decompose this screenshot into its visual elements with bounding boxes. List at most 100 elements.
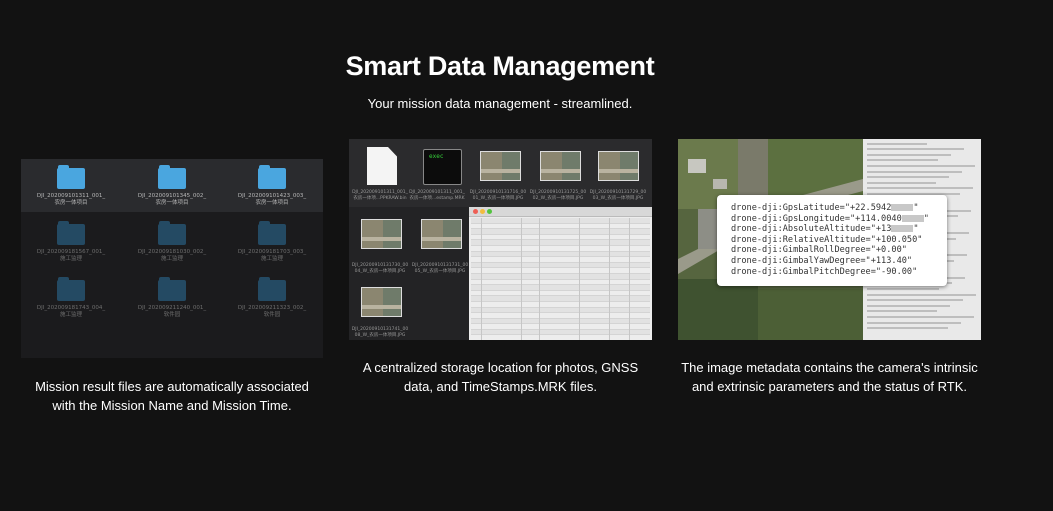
metadata-screenshot: drone-dji:GpsLatitude="+22.5942 " drone-dj… — [678, 139, 981, 340]
metadata-tail: " — [913, 203, 919, 213]
metadata-key: drone-dji:RelativeAltitude= — [731, 234, 871, 245]
file-name-label: DJI_20200910131729_00 03_W_农房一体项目.JPG — [589, 190, 647, 201]
folder-name-line1: DJI_202009101311_001_ — [36, 193, 106, 199]
folder-icon — [57, 277, 85, 301]
folder-name: DJI_202009181567_001_ 施工监理 — [21, 249, 121, 263]
metadata-key: drone-dji:GimbalPitchDegree= — [731, 266, 876, 277]
metadata-text-line — [867, 299, 963, 302]
folder-item[interactable]: DJI_202009181703_003_ 施工监理 — [222, 221, 322, 263]
folder-item[interactable]: DJI_202009181567_001_ 施工监理 — [21, 221, 121, 263]
metadata-text-line — [867, 181, 936, 184]
metadata-text-line — [867, 170, 962, 173]
redaction-bar — [891, 204, 914, 211]
metadata-popup: drone-dji:GpsLatitude="+22.5942 " drone-dj… — [717, 195, 947, 286]
folder-name: DJI_202009101311_001_ 农房一体项目 — [21, 193, 121, 207]
folder-name-line2: 施工监理 — [59, 256, 82, 262]
folder-icon — [158, 277, 186, 301]
exec-label: exec — [429, 153, 444, 160]
folder-name-line2: 农房一体项目 — [54, 200, 88, 206]
metadata-key: drone-dji:GpsLongitude= — [731, 213, 850, 224]
file-name-label: DJI_20200910131725_00 02_W_农房一体项目.JPG — [529, 190, 587, 201]
metadata-text-line — [867, 288, 939, 291]
metadata-value: "+100.050" — [870, 234, 923, 245]
metadata-text-line — [867, 187, 973, 190]
folder-name-line1: DJI_202009181703_003_ — [237, 249, 307, 255]
folder-icon — [258, 165, 286, 189]
file-name-label: DJI_20200910131731_00 05_W_农房一体项目.JPG — [411, 263, 469, 274]
folder-name-line1: DJI_202009181743_004_ — [36, 305, 106, 311]
window-titlebar — [469, 207, 652, 217]
folder-name-line2: 施工监理 — [260, 256, 283, 262]
metadata-lines: drone-dji:GpsLatitude="+22.5942 " drone-dj… — [731, 203, 929, 277]
metadata-line: drone-dji:GpsLongitude="+114.0040 " — [731, 214, 929, 225]
photo-thumbnail[interactable] — [598, 151, 639, 181]
column-divider — [539, 218, 540, 340]
metadata-text-line — [867, 148, 964, 151]
metadata-text-line — [867, 321, 961, 324]
folder-name-line2: 施工监理 — [160, 256, 183, 262]
spreadsheet-columns — [469, 218, 652, 340]
zoom-dot-icon — [487, 209, 492, 214]
folder-name: DJI_202009211323_002_ 软件园 — [222, 305, 322, 319]
folder-item[interactable]: DJI_202009101423_003_ 农房一体项目 — [222, 165, 322, 207]
folder-name-line2: 软件园 — [163, 312, 181, 318]
folder-name-line1: DJI_202009211240_001_ — [137, 305, 207, 311]
column-divider — [629, 218, 630, 340]
folder-item[interactable]: DJI_202009181743_004_ 施工监理 — [21, 277, 121, 319]
metadata-value: "+113.40" — [865, 255, 913, 266]
metadata-line: drone-dji:GimbalRollDegree="+0.00" — [731, 245, 929, 256]
photo-thumbnail[interactable] — [540, 151, 581, 181]
metadata-value: "+0.00" — [870, 245, 907, 256]
folder-name-line1: DJI_202009101423_003_ — [237, 193, 307, 199]
photo-thumbnail[interactable] — [361, 287, 402, 317]
metadata-text-line — [867, 153, 951, 156]
metadata-value: "+13 — [870, 224, 892, 235]
folder-name: DJI_202009181703_003_ 施工监理 — [222, 249, 322, 263]
folder-icon — [258, 277, 286, 301]
redaction-bar — [901, 214, 924, 222]
metadata-key: drone-dji:GimbalYawDegree= — [731, 255, 866, 266]
folder-item[interactable]: DJI_202009101345_002_ 农房一体项目 — [122, 165, 222, 207]
folder-name: DJI_202009211240_001_ 软件园 — [122, 305, 222, 319]
metadata-value: "-90.00" — [875, 266, 918, 277]
metadata-line: drone-dji:GimbalYawDegree="+113.40" — [731, 256, 929, 267]
storage-caption: A centralized storage location for photo… — [362, 360, 639, 394]
folder-name-line1: DJI_202009181567_001_ — [36, 249, 106, 255]
metadata-text-line — [867, 316, 974, 318]
folder-name-line2: 农房一体项目 — [255, 200, 289, 206]
metadata-value: "+114.0040 — [850, 213, 902, 224]
mission-folders-screenshot: DJI_202009101311_001_ 农房一体项目 DJI_202009101… — [21, 159, 323, 358]
photo-thumbnail[interactable] — [421, 219, 462, 249]
folder-name: DJI_202009181030_002_ 施工监理 — [122, 249, 222, 263]
column-divider — [521, 218, 522, 340]
metadata-text-line — [867, 176, 949, 179]
metadata-text-line — [867, 327, 948, 330]
folder-icon — [158, 221, 186, 245]
folder-icon — [258, 221, 286, 245]
photo-thumbnail[interactable] — [480, 151, 521, 181]
folder-name: DJI_202009101423_003_ 农房一体项目 — [222, 193, 322, 207]
folder-icon — [57, 221, 85, 245]
folder-icon — [158, 165, 186, 189]
metadata-value: "+22.5942 — [844, 203, 892, 213]
metadata-line: drone-dji:RelativeAltitude="+100.050" — [731, 235, 929, 246]
minimize-dot-icon — [480, 209, 485, 214]
metadata-key: drone-dji:AbsoluteAltitude= — [731, 224, 871, 235]
folder-name-line2: 软件园 — [263, 312, 281, 318]
folder-item[interactable]: DJI_202009181030_002_ 施工监理 — [122, 221, 222, 263]
file-name-label: DJI_202009101311_001_农房一体项...PPKRAW.bin — [352, 190, 408, 201]
folder-item[interactable]: DJI_202009211323_002_ 软件园 — [222, 277, 322, 319]
folder-item[interactable]: DJI_202009101311_001_ 农房一体项目 — [21, 165, 121, 207]
column-divider — [609, 218, 610, 340]
storage-screenshot: exec DJI_202009101311_001_农房一体项...PPKRAW… — [349, 139, 652, 340]
file-name-label: DJI_20200910131741_00 08_W_农房一体项目.JPG — [351, 327, 409, 338]
exec-file-icon: exec — [423, 149, 462, 185]
column-divider — [579, 218, 580, 340]
metadata-text-line — [867, 159, 938, 162]
metadata-tail: " — [913, 224, 919, 235]
column-divider — [481, 218, 482, 340]
file-name-label: DJI_20200910131730_00 04_W_农房一体项目.JPG — [351, 263, 409, 274]
folder-item[interactable]: DJI_202009211240_001_ 软件园 — [122, 277, 222, 319]
metadata-line: drone-dji:GpsLatitude="+22.5942 " — [731, 203, 929, 214]
photo-thumbnail[interactable] — [361, 219, 402, 249]
